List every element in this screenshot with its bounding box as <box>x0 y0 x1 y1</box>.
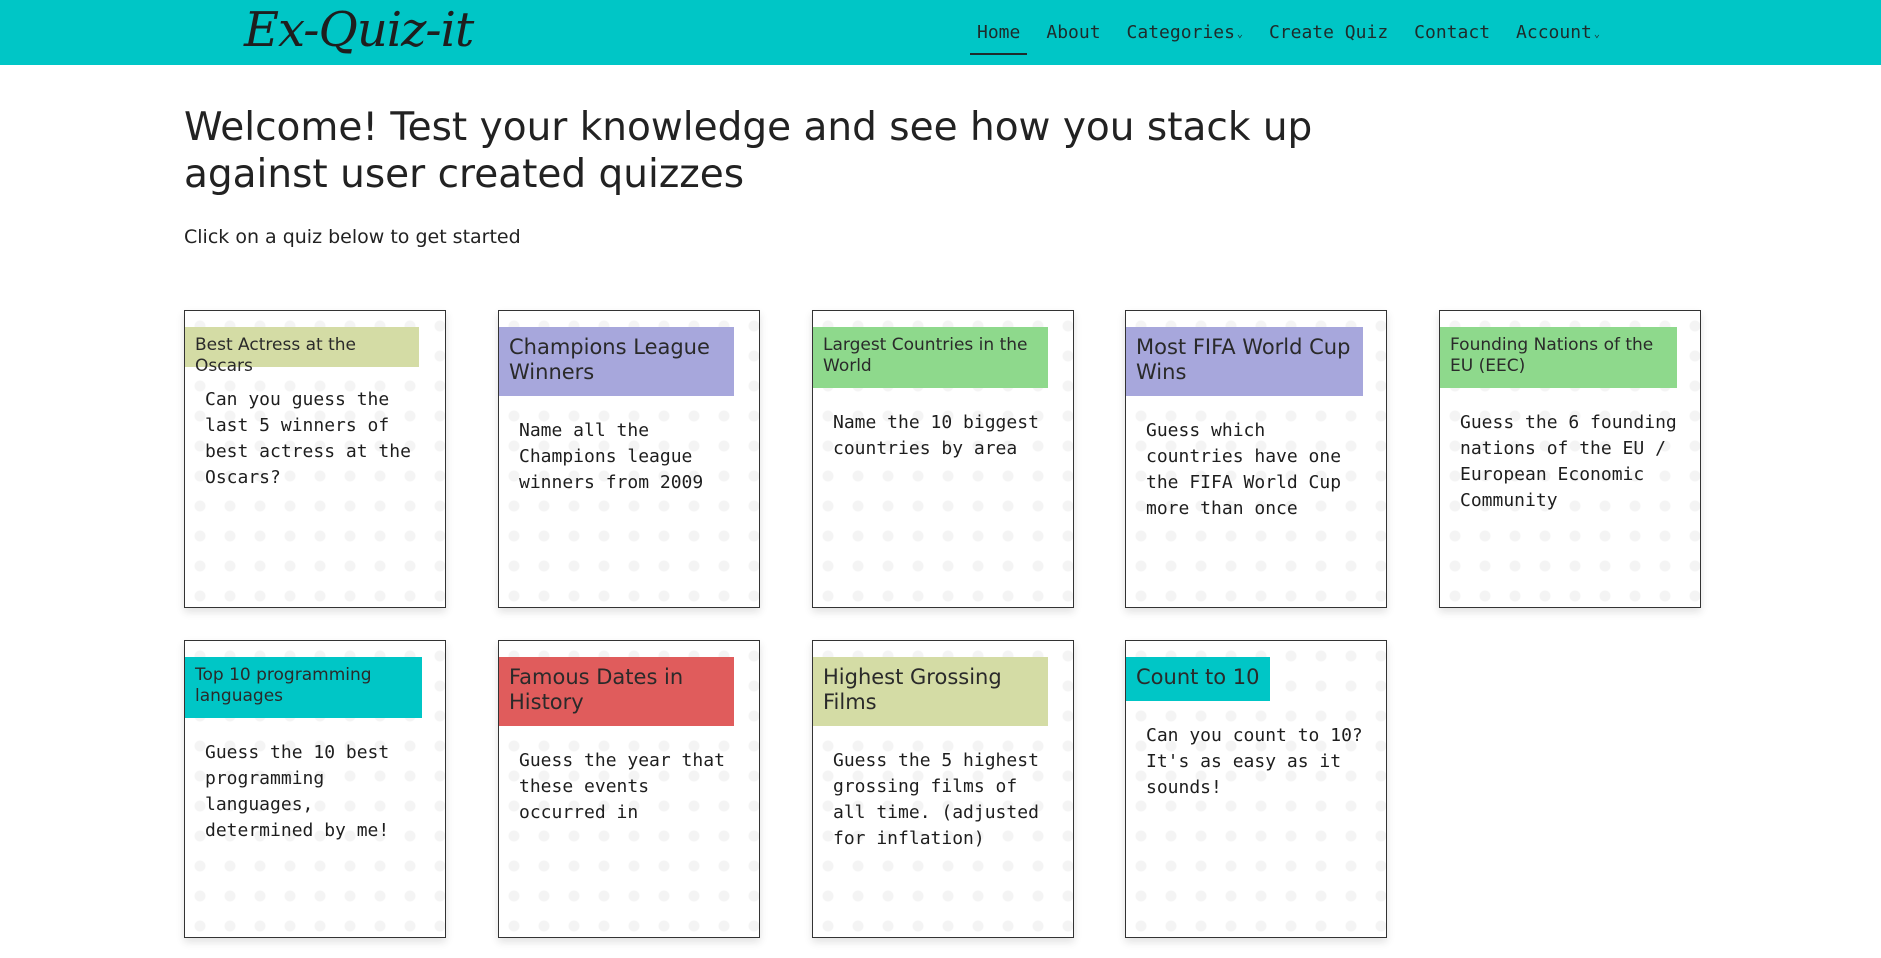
quiz-card[interactable]: Champions League Winners Name all the Ch… <box>498 310 760 608</box>
quiz-card[interactable]: Largest Countries in the World Name the … <box>812 310 1074 608</box>
quiz-card-description: Name all the Champions league winners fr… <box>519 420 704 493</box>
quiz-card-description: Can you count to 10? It's as easy as it … <box>1146 725 1363 798</box>
quiz-card[interactable]: Top 10 programming languages Guess the 1… <box>184 640 446 938</box>
quiz-card-description: Guess the 10 best programming languages,… <box>205 742 390 841</box>
nav-contact[interactable]: Contact <box>1401 22 1503 43</box>
quiz-card-description: Guess which countries have one the FIFA … <box>1146 420 1342 519</box>
quiz-card-description: Guess the 5 highest grossing films of al… <box>833 750 1039 849</box>
quiz-card-title: Largest Countries in the World <box>813 327 1048 388</box>
quiz-card-title: Most FIFA World Cup Wins <box>1126 327 1363 396</box>
quiz-card-title: Highest Grossing Films <box>813 657 1048 726</box>
quiz-card-title: Champions League Winners <box>499 327 734 396</box>
nav-account-label: Account <box>1516 22 1592 43</box>
chevron-down-icon: ⌄ <box>1236 29 1243 40</box>
nav-categories-label: Categories <box>1126 22 1235 43</box>
quiz-card[interactable]: Best Actress at the Oscars Can you guess… <box>184 310 446 608</box>
page-subtitle: Click on a quiz below to get started <box>184 226 521 248</box>
nav-home[interactable]: Home <box>964 22 1033 55</box>
nav-links: Home About Categories ⌄ Create Quiz Conta… <box>964 0 1613 65</box>
nav-create-quiz[interactable]: Create Quiz <box>1256 22 1401 43</box>
quiz-card-description: Can you guess the last 5 winners of best… <box>205 389 411 488</box>
nav-account[interactable]: Account ⌄ <box>1503 22 1613 43</box>
quiz-card[interactable]: Founding Nations of the EU (EEC) Guess t… <box>1439 310 1701 608</box>
quiz-card-title: Count to 10 <box>1126 657 1270 701</box>
chevron-down-icon: ⌄ <box>1593 29 1600 40</box>
quiz-card[interactable]: Highest Grossing Films Guess the 5 highe… <box>812 640 1074 938</box>
quiz-card[interactable]: Famous Dates in History Guess the year t… <box>498 640 760 938</box>
quiz-card-title: Top 10 programming languages <box>185 657 422 718</box>
quiz-card-description: Name the 10 biggest countries by area <box>833 412 1039 459</box>
nav-categories[interactable]: Categories ⌄ <box>1114 22 1256 43</box>
nav-about[interactable]: About <box>1033 22 1113 43</box>
quiz-card-description: Guess the year that these events occurre… <box>519 750 725 823</box>
navbar: Ex-Quiz-it Home About Categories ⌄ Create… <box>0 0 1881 65</box>
quiz-card-title: Famous Dates in History <box>499 657 734 726</box>
quiz-card-description: Guess the 6 founding nations of the EU /… <box>1460 412 1677 511</box>
page-title: Welcome! Test your knowledge and see how… <box>184 105 1313 197</box>
quiz-card-title: Founding Nations of the EU (EEC) <box>1440 327 1677 388</box>
quiz-card[interactable]: Most FIFA World Cup Wins Guess which cou… <box>1125 310 1387 608</box>
brand-logo[interactable]: Ex-Quiz-it <box>244 2 474 58</box>
quiz-card-title: Best Actress at the Oscars <box>185 327 419 376</box>
quiz-card[interactable]: Count to 10 Can you count to 10? It's as… <box>1125 640 1387 938</box>
